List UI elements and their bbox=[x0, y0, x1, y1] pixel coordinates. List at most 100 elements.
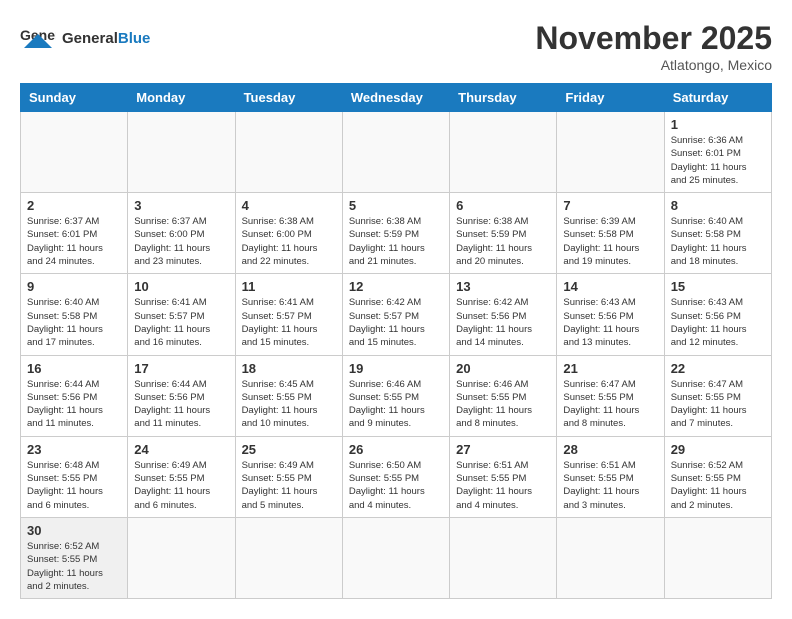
calendar-cell bbox=[450, 112, 557, 193]
calendar-cell: 1 Sunrise: 6:36 AM Sunset: 6:01 PM Daylig… bbox=[664, 112, 771, 193]
calendar-cell: 28Sunrise: 6:51 AM Sunset: 5:55 PM Dayli… bbox=[557, 436, 664, 517]
calendar-cell bbox=[21, 112, 128, 193]
day-number: 17 bbox=[134, 361, 228, 376]
day-number: 26 bbox=[349, 442, 443, 457]
day-info: Sunrise: 6:43 AM Sunset: 5:56 PM Dayligh… bbox=[671, 296, 765, 349]
day-header-sunday: Sunday bbox=[21, 84, 128, 112]
day-number: 8 bbox=[671, 198, 765, 213]
day-info: Sunrise: 6:37 AM Sunset: 6:00 PM Dayligh… bbox=[134, 215, 228, 268]
logo-icon: General bbox=[20, 20, 56, 56]
day-info: Sunrise: 6:47 AM Sunset: 5:55 PM Dayligh… bbox=[671, 378, 765, 431]
calendar-cell: 29Sunrise: 6:52 AM Sunset: 5:55 PM Dayli… bbox=[664, 436, 771, 517]
day-number: 2 bbox=[27, 198, 121, 213]
calendar-cell: 12Sunrise: 6:42 AM Sunset: 5:57 PM Dayli… bbox=[342, 274, 449, 355]
logo: General GeneralBlue bbox=[20, 20, 150, 56]
day-info: Sunrise: 6:39 AM Sunset: 5:58 PM Dayligh… bbox=[563, 215, 657, 268]
day-info: Sunrise: 6:45 AM Sunset: 5:55 PM Dayligh… bbox=[242, 378, 336, 431]
day-info: Sunrise: 6:41 AM Sunset: 5:57 PM Dayligh… bbox=[134, 296, 228, 349]
page-header: General GeneralBlue November 2025 Atlato… bbox=[20, 20, 772, 73]
day-number: 3 bbox=[134, 198, 228, 213]
calendar-cell: 26Sunrise: 6:50 AM Sunset: 5:55 PM Dayli… bbox=[342, 436, 449, 517]
logo-text: GeneralBlue bbox=[62, 30, 150, 47]
calendar-week-row: 23 Sunrise: 6:48 AM Sunset: 5:55 PM Dayli… bbox=[21, 436, 772, 517]
calendar-cell: 8 Sunrise: 6:40 AM Sunset: 5:58 PM Daylig… bbox=[664, 193, 771, 274]
day-info: Sunrise: 6:38 AM Sunset: 5:59 PM Dayligh… bbox=[349, 215, 443, 268]
day-info: Sunrise: 6:46 AM Sunset: 5:55 PM Dayligh… bbox=[456, 378, 550, 431]
calendar-cell: 4 Sunrise: 6:38 AM Sunset: 6:00 PM Daylig… bbox=[235, 193, 342, 274]
day-info: Sunrise: 6:44 AM Sunset: 5:56 PM Dayligh… bbox=[27, 378, 121, 431]
day-info: Sunrise: 6:48 AM Sunset: 5:55 PM Dayligh… bbox=[27, 459, 121, 512]
day-number: 1 bbox=[671, 117, 765, 132]
day-info: Sunrise: 6:52 AM Sunset: 5:55 PM Dayligh… bbox=[27, 540, 121, 593]
day-header-wednesday: Wednesday bbox=[342, 84, 449, 112]
day-info: Sunrise: 6:36 AM Sunset: 6:01 PM Dayligh… bbox=[671, 134, 765, 187]
calendar-cell: 23 Sunrise: 6:48 AM Sunset: 5:55 PM Dayli… bbox=[21, 436, 128, 517]
day-number: 16 bbox=[27, 361, 121, 376]
day-number: 6 bbox=[456, 198, 550, 213]
calendar-cell: 15Sunrise: 6:43 AM Sunset: 5:56 PM Dayli… bbox=[664, 274, 771, 355]
calendar-cell: 16 Sunrise: 6:44 AM Sunset: 5:56 PM Dayli… bbox=[21, 355, 128, 436]
day-number: 27 bbox=[456, 442, 550, 457]
day-info: Sunrise: 6:49 AM Sunset: 5:55 PM Dayligh… bbox=[134, 459, 228, 512]
month-title: November 2025 bbox=[535, 20, 772, 57]
calendar-cell: 19 Sunrise: 6:46 AM Sunset: 5:55 PM Dayli… bbox=[342, 355, 449, 436]
day-info: Sunrise: 6:42 AM Sunset: 5:56 PM Dayligh… bbox=[456, 296, 550, 349]
day-header-friday: Friday bbox=[557, 84, 664, 112]
day-number: 12 bbox=[349, 279, 443, 294]
calendar-cell bbox=[557, 112, 664, 193]
calendar-cell bbox=[664, 517, 771, 598]
day-info: Sunrise: 6:51 AM Sunset: 5:55 PM Dayligh… bbox=[456, 459, 550, 512]
day-info: Sunrise: 6:41 AM Sunset: 5:57 PM Dayligh… bbox=[242, 296, 336, 349]
title-block: November 2025 Atlatongo, Mexico bbox=[535, 20, 772, 73]
calendar-week-row: 9 Sunrise: 6:40 AM Sunset: 5:58 PM Daylig… bbox=[21, 274, 772, 355]
calendar-cell: 20 Sunrise: 6:46 AM Sunset: 5:55 PM Dayli… bbox=[450, 355, 557, 436]
calendar-cell: 6 Sunrise: 6:38 AM Sunset: 5:59 PM Daylig… bbox=[450, 193, 557, 274]
calendar-cell: 17 Sunrise: 6:44 AM Sunset: 5:56 PM Dayli… bbox=[128, 355, 235, 436]
day-number: 10 bbox=[134, 279, 228, 294]
day-info: Sunrise: 6:40 AM Sunset: 5:58 PM Dayligh… bbox=[671, 215, 765, 268]
calendar-cell: 5Sunrise: 6:38 AM Sunset: 5:59 PM Daylig… bbox=[342, 193, 449, 274]
day-header-tuesday: Tuesday bbox=[235, 84, 342, 112]
day-number: 22 bbox=[671, 361, 765, 376]
day-number: 21 bbox=[563, 361, 657, 376]
day-info: Sunrise: 6:43 AM Sunset: 5:56 PM Dayligh… bbox=[563, 296, 657, 349]
calendar-cell: 7 Sunrise: 6:39 AM Sunset: 5:58 PM Daylig… bbox=[557, 193, 664, 274]
day-header-saturday: Saturday bbox=[664, 84, 771, 112]
day-info: Sunrise: 6:38 AM Sunset: 6:00 PM Dayligh… bbox=[242, 215, 336, 268]
day-number: 28 bbox=[563, 442, 657, 457]
calendar-week-row: 30Sunrise: 6:52 AM Sunset: 5:55 PM Dayli… bbox=[21, 517, 772, 598]
calendar-cell: 14Sunrise: 6:43 AM Sunset: 5:56 PM Dayli… bbox=[557, 274, 664, 355]
calendar-cell: 2Sunrise: 6:37 AM Sunset: 6:01 PM Daylig… bbox=[21, 193, 128, 274]
day-number: 23 bbox=[27, 442, 121, 457]
day-number: 20 bbox=[456, 361, 550, 376]
day-number: 7 bbox=[563, 198, 657, 213]
day-info: Sunrise: 6:46 AM Sunset: 5:55 PM Dayligh… bbox=[349, 378, 443, 431]
day-header-monday: Monday bbox=[128, 84, 235, 112]
calendar-cell: 11Sunrise: 6:41 AM Sunset: 5:57 PM Dayli… bbox=[235, 274, 342, 355]
calendar-cell: 3 Sunrise: 6:37 AM Sunset: 6:00 PM Daylig… bbox=[128, 193, 235, 274]
calendar-cell bbox=[128, 112, 235, 193]
day-info: Sunrise: 6:40 AM Sunset: 5:58 PM Dayligh… bbox=[27, 296, 121, 349]
calendar-week-row: 16 Sunrise: 6:44 AM Sunset: 5:56 PM Dayli… bbox=[21, 355, 772, 436]
location: Atlatongo, Mexico bbox=[535, 57, 772, 73]
calendar-cell bbox=[342, 517, 449, 598]
day-number: 4 bbox=[242, 198, 336, 213]
day-number: 13 bbox=[456, 279, 550, 294]
day-info: Sunrise: 6:38 AM Sunset: 5:59 PM Dayligh… bbox=[456, 215, 550, 268]
day-info: Sunrise: 6:47 AM Sunset: 5:55 PM Dayligh… bbox=[563, 378, 657, 431]
calendar-cell: 10 Sunrise: 6:41 AM Sunset: 5:57 PM Dayli… bbox=[128, 274, 235, 355]
calendar-cell: 13 Sunrise: 6:42 AM Sunset: 5:56 PM Dayli… bbox=[450, 274, 557, 355]
calendar-cell: 30Sunrise: 6:52 AM Sunset: 5:55 PM Dayli… bbox=[21, 517, 128, 598]
day-number: 9 bbox=[27, 279, 121, 294]
day-number: 19 bbox=[349, 361, 443, 376]
calendar-week-row: 2Sunrise: 6:37 AM Sunset: 6:01 PM Daylig… bbox=[21, 193, 772, 274]
day-number: 24 bbox=[134, 442, 228, 457]
calendar-cell bbox=[450, 517, 557, 598]
day-info: Sunrise: 6:44 AM Sunset: 5:56 PM Dayligh… bbox=[134, 378, 228, 431]
calendar-cell bbox=[128, 517, 235, 598]
day-number: 29 bbox=[671, 442, 765, 457]
calendar-cell: 21 Sunrise: 6:47 AM Sunset: 5:55 PM Dayli… bbox=[557, 355, 664, 436]
day-number: 25 bbox=[242, 442, 336, 457]
calendar-header-row: SundayMondayTuesdayWednesdayThursdayFrid… bbox=[21, 84, 772, 112]
calendar-week-row: 1 Sunrise: 6:36 AM Sunset: 6:01 PM Daylig… bbox=[21, 112, 772, 193]
